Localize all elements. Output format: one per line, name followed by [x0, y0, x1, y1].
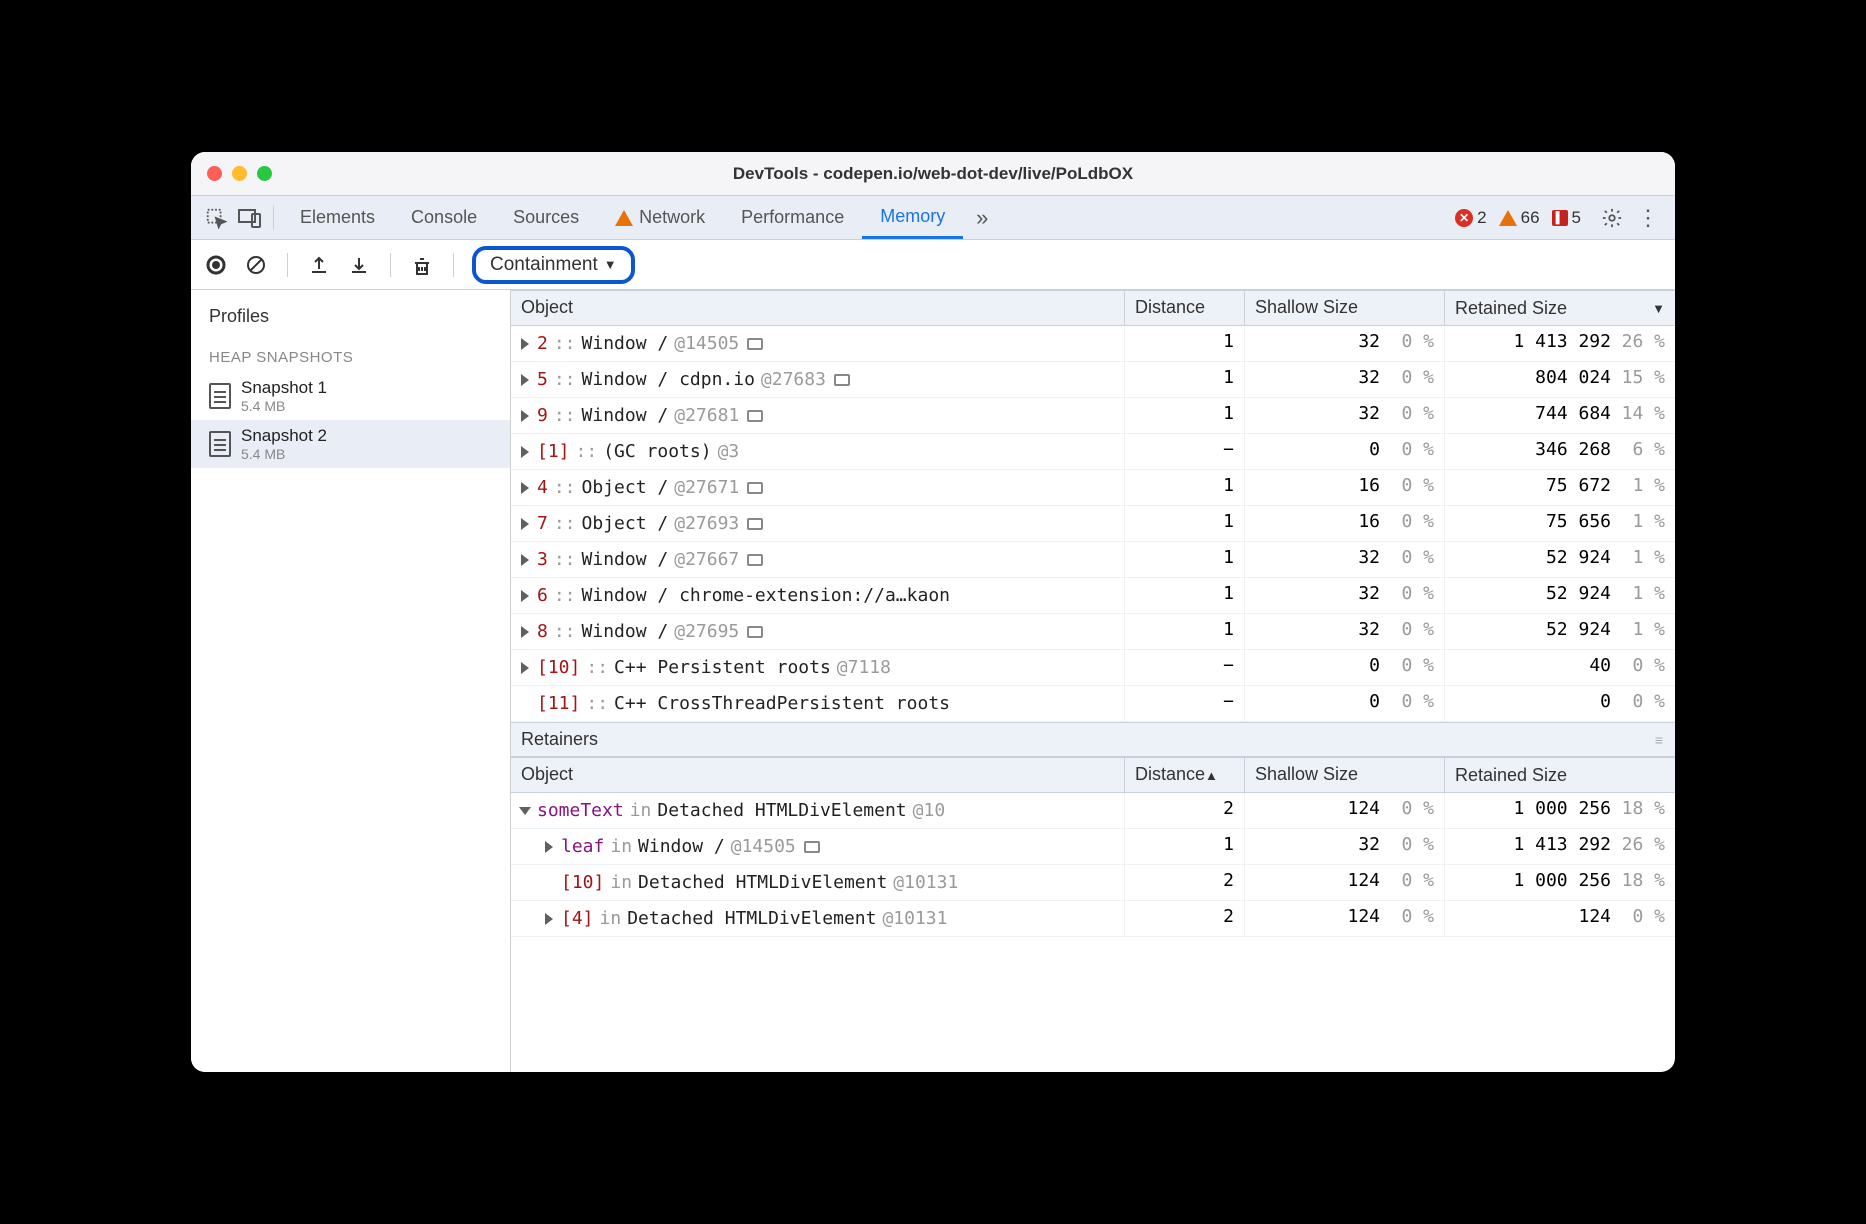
issues-badge[interactable]: ▌5 — [1552, 208, 1581, 228]
retainers-bar[interactable]: Retainers≡ — [511, 722, 1675, 757]
snapshot-icon — [209, 383, 231, 409]
expand-icon[interactable] — [521, 554, 529, 566]
snapshot-item[interactable]: Snapshot 1 5.4 MB — [191, 372, 510, 420]
snapshot-icon — [209, 431, 231, 457]
col-shallow[interactable]: Shallow Size — [1245, 291, 1445, 325]
expand-icon[interactable] — [521, 518, 529, 530]
col-distance[interactable]: Distance▲ — [1125, 758, 1245, 792]
col-retained[interactable]: Retained Size▼ — [1445, 291, 1675, 325]
memory-toolbar: Containment▼ — [191, 240, 1675, 290]
minimize-icon[interactable] — [232, 166, 247, 181]
traffic-lights — [207, 166, 272, 181]
object-row[interactable]: [10] :: C++ Persistent roots @7118 − 00 … — [511, 650, 1675, 686]
object-row[interactable]: 7 :: Object / @27693 1 160 % 75 6561 % — [511, 506, 1675, 542]
import-icon[interactable] — [346, 255, 372, 275]
objects-rows: 2 :: Window / @14505 1 320 % 1 413 29226… — [511, 326, 1675, 722]
settings-icon[interactable] — [1597, 207, 1627, 229]
object-row[interactable]: [1] :: (GC roots) @3 − 00 % 346 2686 % — [511, 434, 1675, 470]
profiles-sidebar: Profiles HEAP SNAPSHOTS Snapshot 1 5.4 M… — [191, 290, 511, 1072]
object-row[interactable]: 3 :: Window / @27667 1 320 % 52 9241 % — [511, 542, 1675, 578]
object-row[interactable]: 5 :: Window / cdpn.io @27683 1 320 % 804… — [511, 362, 1675, 398]
object-row[interactable]: 9 :: Window / @27681 1 320 % 744 68414 % — [511, 398, 1675, 434]
window-icon — [747, 410, 763, 422]
object-row[interactable]: 8 :: Window / @27695 1 320 % 52 9241 % — [511, 614, 1675, 650]
warnings-badge[interactable]: 66 — [1499, 208, 1540, 228]
expand-icon[interactable] — [545, 913, 553, 925]
tab-memory[interactable]: Memory — [862, 196, 963, 239]
window-title: DevTools - codepen.io/web-dot-dev/live/P… — [191, 164, 1675, 184]
separator — [390, 253, 391, 277]
window-icon — [747, 518, 763, 530]
tab-elements[interactable]: Elements — [282, 196, 393, 239]
devtools-window: DevTools - codepen.io/web-dot-dev/live/P… — [191, 152, 1675, 1072]
expand-icon[interactable] — [521, 482, 529, 494]
gc-icon[interactable] — [409, 254, 435, 276]
kebab-menu-icon[interactable]: ⋮ — [1631, 205, 1665, 231]
expand-icon[interactable] — [521, 446, 529, 458]
status-badges: ✕2 66 ▌5 — [1455, 208, 1581, 228]
tab-network[interactable]: Network — [597, 196, 723, 239]
export-icon[interactable] — [306, 255, 332, 275]
clear-icon[interactable] — [243, 255, 269, 275]
retainers-rows: someText in Detached HTMLDivElement @10 … — [511, 793, 1675, 937]
close-icon[interactable] — [207, 166, 222, 181]
col-shallow[interactable]: Shallow Size — [1245, 758, 1445, 792]
tab-sources[interactable]: Sources — [495, 196, 597, 239]
separator — [273, 206, 274, 230]
device-toggle-icon[interactable] — [235, 208, 265, 228]
object-row[interactable]: 6 :: Window / chrome-extension://a…kaon … — [511, 578, 1675, 614]
window-icon — [747, 626, 763, 638]
object-row[interactable]: 4 :: Object / @27671 1 160 % 75 6721 % — [511, 470, 1675, 506]
sidebar-heading: Profiles — [191, 300, 510, 343]
window-icon — [747, 482, 763, 494]
objects-header: Object Distance Shallow Size Retained Si… — [511, 290, 1675, 326]
errors-badge[interactable]: ✕2 — [1455, 208, 1486, 228]
record-icon[interactable] — [203, 255, 229, 275]
expand-icon[interactable] — [521, 338, 529, 350]
expand-icon[interactable] — [521, 590, 529, 602]
titlebar: DevTools - codepen.io/web-dot-dev/live/P… — [191, 152, 1675, 196]
expand-icon[interactable] — [521, 626, 529, 638]
snapshot-item[interactable]: Snapshot 2 5.4 MB — [191, 420, 510, 468]
zoom-icon[interactable] — [257, 166, 272, 181]
retainer-row[interactable]: someText in Detached HTMLDivElement @10 … — [511, 793, 1675, 829]
retainer-row[interactable]: [10] in Detached HTMLDivElement @10131 2… — [511, 865, 1675, 901]
col-object[interactable]: Object — [511, 291, 1125, 325]
retainer-row[interactable]: leaf in Window / @14505 1 320 % 1 413 29… — [511, 829, 1675, 865]
object-row[interactable]: [11] :: C++ CrossThreadPersistent roots … — [511, 686, 1675, 722]
retainer-row[interactable]: [4] in Detached HTMLDivElement @10131 2 … — [511, 901, 1675, 937]
memory-main: Object Distance Shallow Size Retained Si… — [511, 290, 1675, 1072]
col-object[interactable]: Object — [511, 758, 1125, 792]
window-icon — [804, 841, 820, 853]
panel-tabs: ElementsConsoleSourcesNetworkPerformance… — [191, 196, 1675, 240]
retainers-header: Object Distance▲ Shallow Size Retained S… — [511, 757, 1675, 793]
col-retained[interactable]: Retained Size — [1445, 758, 1675, 792]
object-row[interactable]: 2 :: Window / @14505 1 320 % 1 413 29226… — [511, 326, 1675, 362]
window-icon — [834, 374, 850, 386]
sidebar-section-label: HEAP SNAPSHOTS — [191, 343, 510, 372]
window-icon — [747, 554, 763, 566]
col-distance[interactable]: Distance — [1125, 291, 1245, 325]
inspect-icon[interactable] — [201, 207, 231, 229]
expand-icon[interactable] — [521, 374, 529, 386]
tab-performance[interactable]: Performance — [723, 196, 862, 239]
separator — [287, 253, 288, 277]
tab-console[interactable]: Console — [393, 196, 495, 239]
window-icon — [747, 338, 763, 350]
expand-icon[interactable] — [521, 662, 529, 674]
expand-icon[interactable] — [521, 410, 529, 422]
expand-icon[interactable] — [519, 807, 531, 815]
view-mode-dropdown[interactable]: Containment▼ — [472, 246, 635, 284]
more-tabs-icon[interactable]: » — [967, 205, 997, 231]
warning-icon — [615, 210, 633, 226]
drag-handle-icon[interactable]: ≡ — [1655, 732, 1665, 748]
separator — [453, 253, 454, 277]
expand-icon[interactable] — [545, 841, 553, 853]
